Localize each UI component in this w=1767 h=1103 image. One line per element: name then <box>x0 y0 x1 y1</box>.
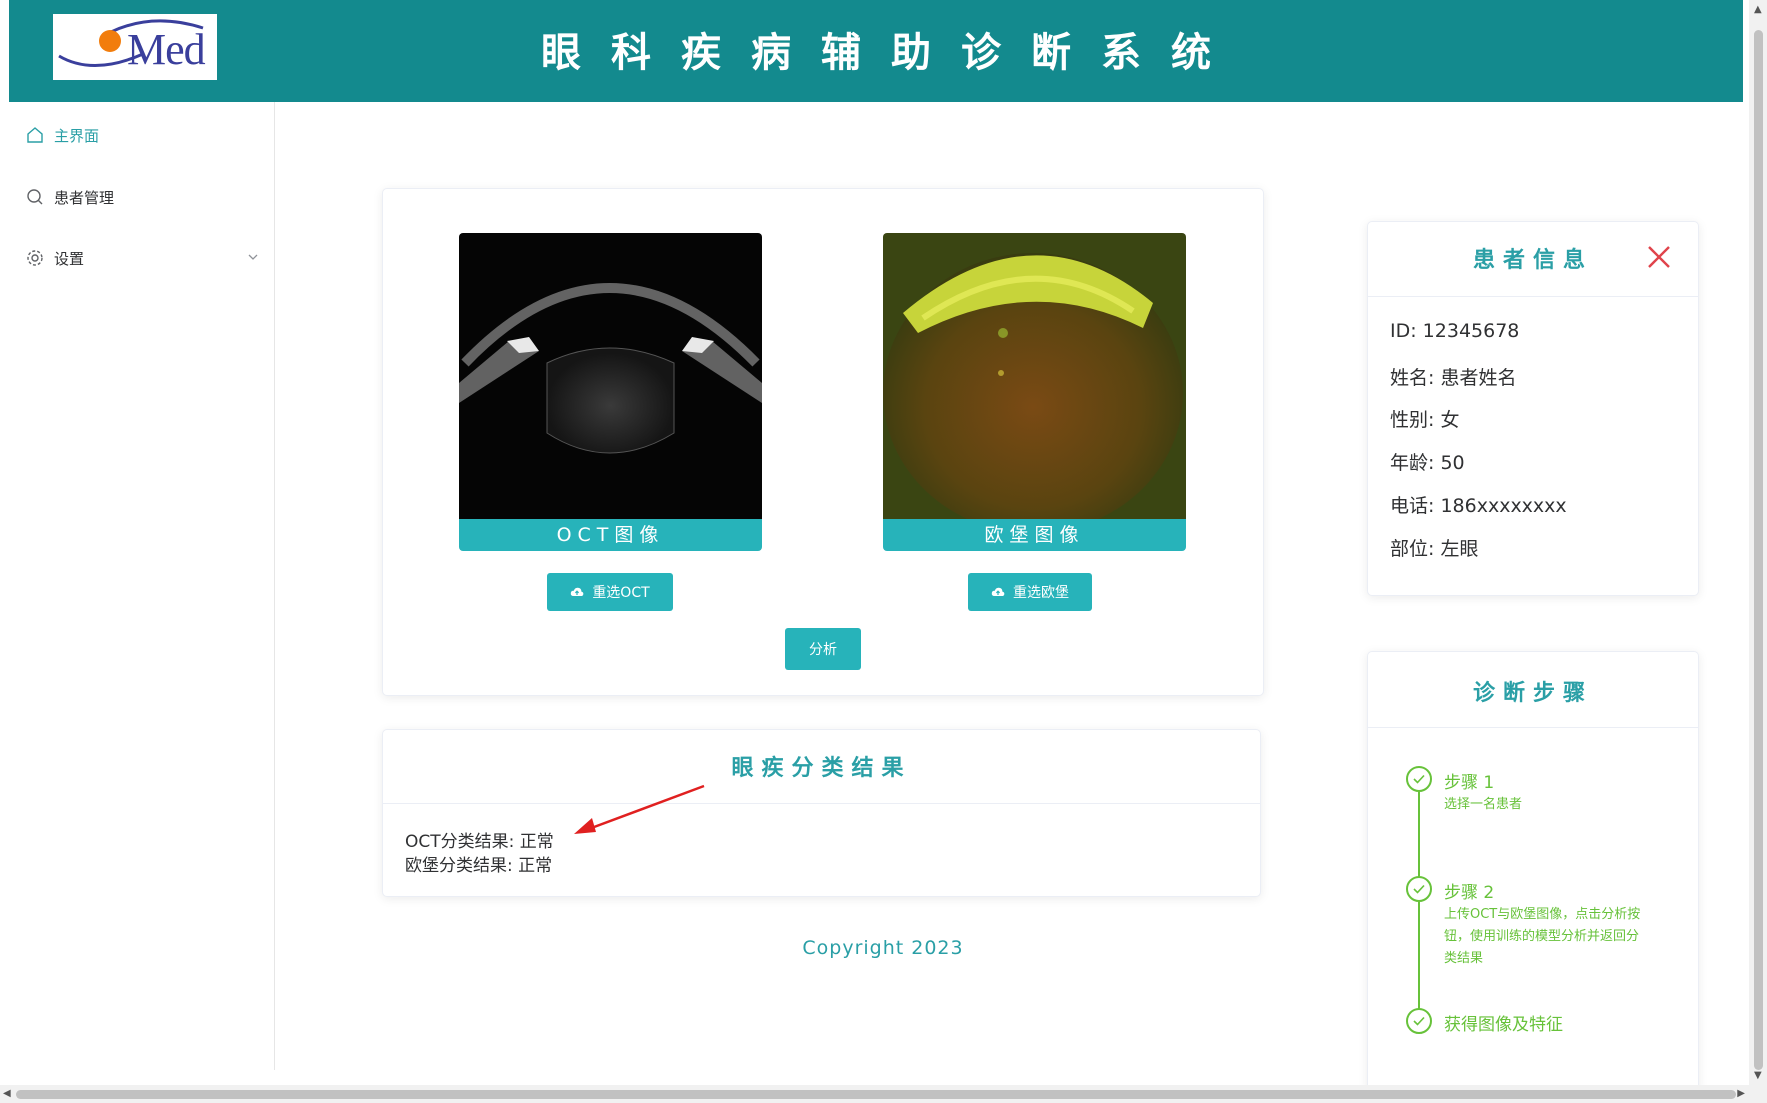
copyright: Copyright 2023 <box>802 937 964 959</box>
results-card: 眼疾分类结果 OCT分类结果: 正常 欧堡分类结果: 正常 <box>382 729 1261 897</box>
fundus-image-box[interactable]: 欧堡图像 <box>883 233 1186 551</box>
scroll-right-icon[interactable]: ▶ <box>1737 1088 1745 1099</box>
fundus-result: 欧堡分类结果: 正常 <box>405 856 553 876</box>
reselect-fundus-button[interactable]: 重选欧堡 <box>968 573 1092 611</box>
patient-age: 年龄: 50 <box>1390 452 1465 474</box>
step-2-title: 步骤 2 <box>1444 883 1495 903</box>
sidebar-item-label: 设置 <box>54 249 85 268</box>
check-icon <box>1406 876 1432 902</box>
oct-result: OCT分类结果: 正常 <box>405 832 554 852</box>
cloud-upload-icon <box>570 586 584 598</box>
step-connector <box>1418 902 1420 1012</box>
check-icon <box>1406 1008 1432 1034</box>
page-title: 眼科疾病辅助诊断系统 <box>541 30 1241 76</box>
sidebar-item-settings[interactable]: 设置 <box>25 247 260 269</box>
sidebar-item-label: 患者管理 <box>54 188 115 207</box>
step-connector <box>1418 792 1420 880</box>
chevron-down-icon[interactable] <box>246 250 260 268</box>
horizontal-scrollbar[interactable]: ◀ ▶ <box>0 1085 1767 1103</box>
fundus-image <box>883 233 1186 519</box>
sidebar: 主界面 患者管理 设置 <box>9 102 275 1070</box>
cloud-upload-icon <box>991 586 1005 598</box>
step-1-title: 步骤 1 <box>1444 773 1495 793</box>
step-2-desc: 上传OCT与欧堡图像，点击分析按钮，使用训练的模型分析并返回分类结果 <box>1444 907 1641 966</box>
patient-id: ID: 12345678 <box>1390 320 1520 342</box>
patient-info-card: 患者信息 ID: 12345678 姓名: 患者姓名 性别: 女 年龄: 50 … <box>1367 221 1699 596</box>
search-icon <box>25 187 45 207</box>
step-1-desc: 选择一名患者 <box>1444 797 1523 812</box>
vertical-scrollbar[interactable]: ▲ ▼ <box>1749 0 1767 1103</box>
reselect-oct-label: 重选OCT <box>592 585 650 601</box>
app-header: Med 眼科疾病辅助诊断系统 <box>9 0 1743 102</box>
gear-icon <box>25 248 45 268</box>
step-3-title: 获得图像及特征 <box>1444 1015 1563 1035</box>
sidebar-item-home[interactable]: 主界面 <box>25 124 260 146</box>
reselect-oct-button[interactable]: 重选OCT <box>547 573 673 611</box>
oct-image <box>459 233 762 519</box>
sidebar-item-label: 主界面 <box>54 126 100 145</box>
reselect-fundus-label: 重选欧堡 <box>1013 585 1069 601</box>
oct-image-label: OCT图像 <box>459 519 762 551</box>
scroll-down-icon[interactable]: ▼ <box>1754 1070 1762 1081</box>
annotation-arrow-icon <box>574 784 705 834</box>
image-upload-card: OCT图像 欧堡图像 重选OCT 重选欧堡 分析 <box>382 188 1264 696</box>
analyze-button[interactable]: 分析 <box>785 628 861 670</box>
horizontal-scroll-thumb[interactable] <box>16 1090 1736 1099</box>
results-divider <box>383 803 1260 804</box>
vertical-scroll-thumb[interactable] <box>1754 30 1763 1070</box>
oct-image-box[interactable]: OCT图像 <box>459 233 762 551</box>
patient-gender: 性别: 女 <box>1390 409 1460 431</box>
scroll-left-icon[interactable]: ◀ <box>3 1088 11 1099</box>
results-title: 眼疾分类结果 <box>731 756 912 781</box>
patient-phone: 电话: 186xxxxxxxx <box>1390 495 1567 517</box>
patient-info-divider <box>1368 296 1698 297</box>
fundus-image-label: 欧堡图像 <box>883 519 1186 551</box>
patient-name: 姓名: 患者姓名 <box>1390 367 1517 389</box>
home-icon <box>25 125 45 145</box>
sidebar-item-patients[interactable]: 患者管理 <box>25 186 260 208</box>
steps-title: 诊断步骤 <box>1472 681 1593 706</box>
diagnosis-steps-card: 诊断步骤 步骤 1 选择一名患者 步骤 2 上传OCT与欧堡图像，点击分析按钮，… <box>1367 651 1699 1092</box>
steps-divider <box>1368 727 1698 728</box>
close-icon[interactable] <box>1646 244 1672 270</box>
check-icon <box>1406 766 1432 792</box>
scroll-up-icon[interactable]: ▲ <box>1754 4 1762 15</box>
patient-site: 部位: 左眼 <box>1390 538 1479 560</box>
